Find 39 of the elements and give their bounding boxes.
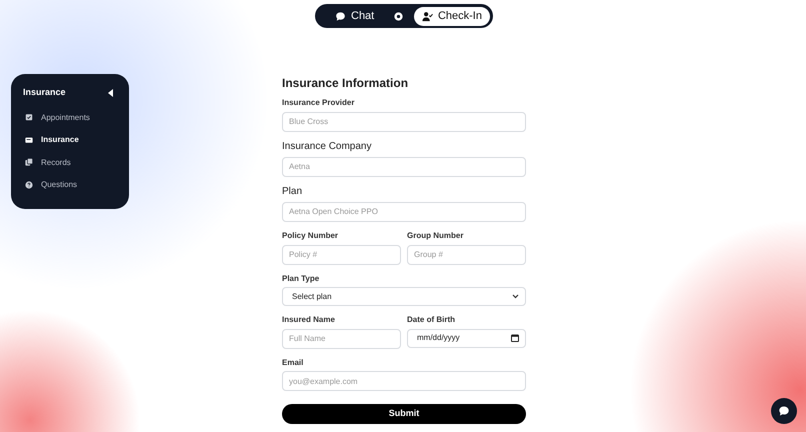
sidebar-item[interactable]: Questions bbox=[23, 180, 80, 190]
input-field[interactable]: Policy # bbox=[282, 244, 401, 265]
sidebar-item[interactable]: Records bbox=[23, 158, 73, 168]
calendar-icon bbox=[25, 113, 33, 122]
form-heading: Insurance Information bbox=[282, 76, 410, 90]
tab[interactable]: Check-In bbox=[414, 6, 490, 26]
input-field[interactable]: Aetna Open Choice PPO bbox=[282, 202, 526, 222]
field-label: Email bbox=[282, 358, 304, 368]
person-check-icon bbox=[422, 10, 433, 22]
chevron-down-icon bbox=[512, 294, 519, 300]
sidebar-item[interactable]: Appointments bbox=[23, 112, 92, 122]
documents-icon bbox=[25, 158, 33, 166]
field-label: Insured Name bbox=[282, 315, 336, 325]
plan-select[interactable]: Select plan bbox=[282, 287, 526, 306]
field-label: Plan bbox=[282, 186, 304, 198]
calendar-icon[interactable] bbox=[511, 334, 519, 342]
collapse-caret-icon[interactable] bbox=[108, 88, 113, 97]
sidebar-title: Insurance bbox=[23, 86, 66, 99]
card-icon bbox=[25, 136, 33, 144]
input-field[interactable]: Aetna bbox=[282, 156, 526, 177]
field-label: Plan Type bbox=[282, 274, 320, 284]
field-label: Date of Birth bbox=[407, 315, 456, 325]
input-field[interactable]: you@example.com bbox=[282, 371, 526, 392]
input-field[interactable]: Blue Cross bbox=[282, 112, 526, 132]
field-label: Insurance Company bbox=[282, 140, 372, 153]
chat-bubble-icon bbox=[778, 405, 790, 417]
input-field[interactable]: Full Name bbox=[282, 328, 401, 349]
submit-button[interactable]: Submit bbox=[282, 404, 526, 424]
field-label: Group Number bbox=[407, 230, 464, 241]
field-label: Insurance Provider bbox=[282, 98, 356, 108]
field-label: Policy Number bbox=[282, 230, 340, 241]
sidebar-item[interactable]: Insurance bbox=[23, 135, 81, 145]
chat-bubble-icon bbox=[335, 10, 346, 22]
input-field[interactable]: Group # bbox=[407, 244, 526, 265]
question-icon bbox=[25, 181, 33, 190]
chat-button[interactable] bbox=[771, 398, 797, 424]
tab[interactable]: Chat bbox=[327, 6, 382, 26]
date-field[interactable]: mm/dd/yyyy bbox=[407, 328, 526, 348]
circle-dot-icon bbox=[392, 10, 404, 22]
